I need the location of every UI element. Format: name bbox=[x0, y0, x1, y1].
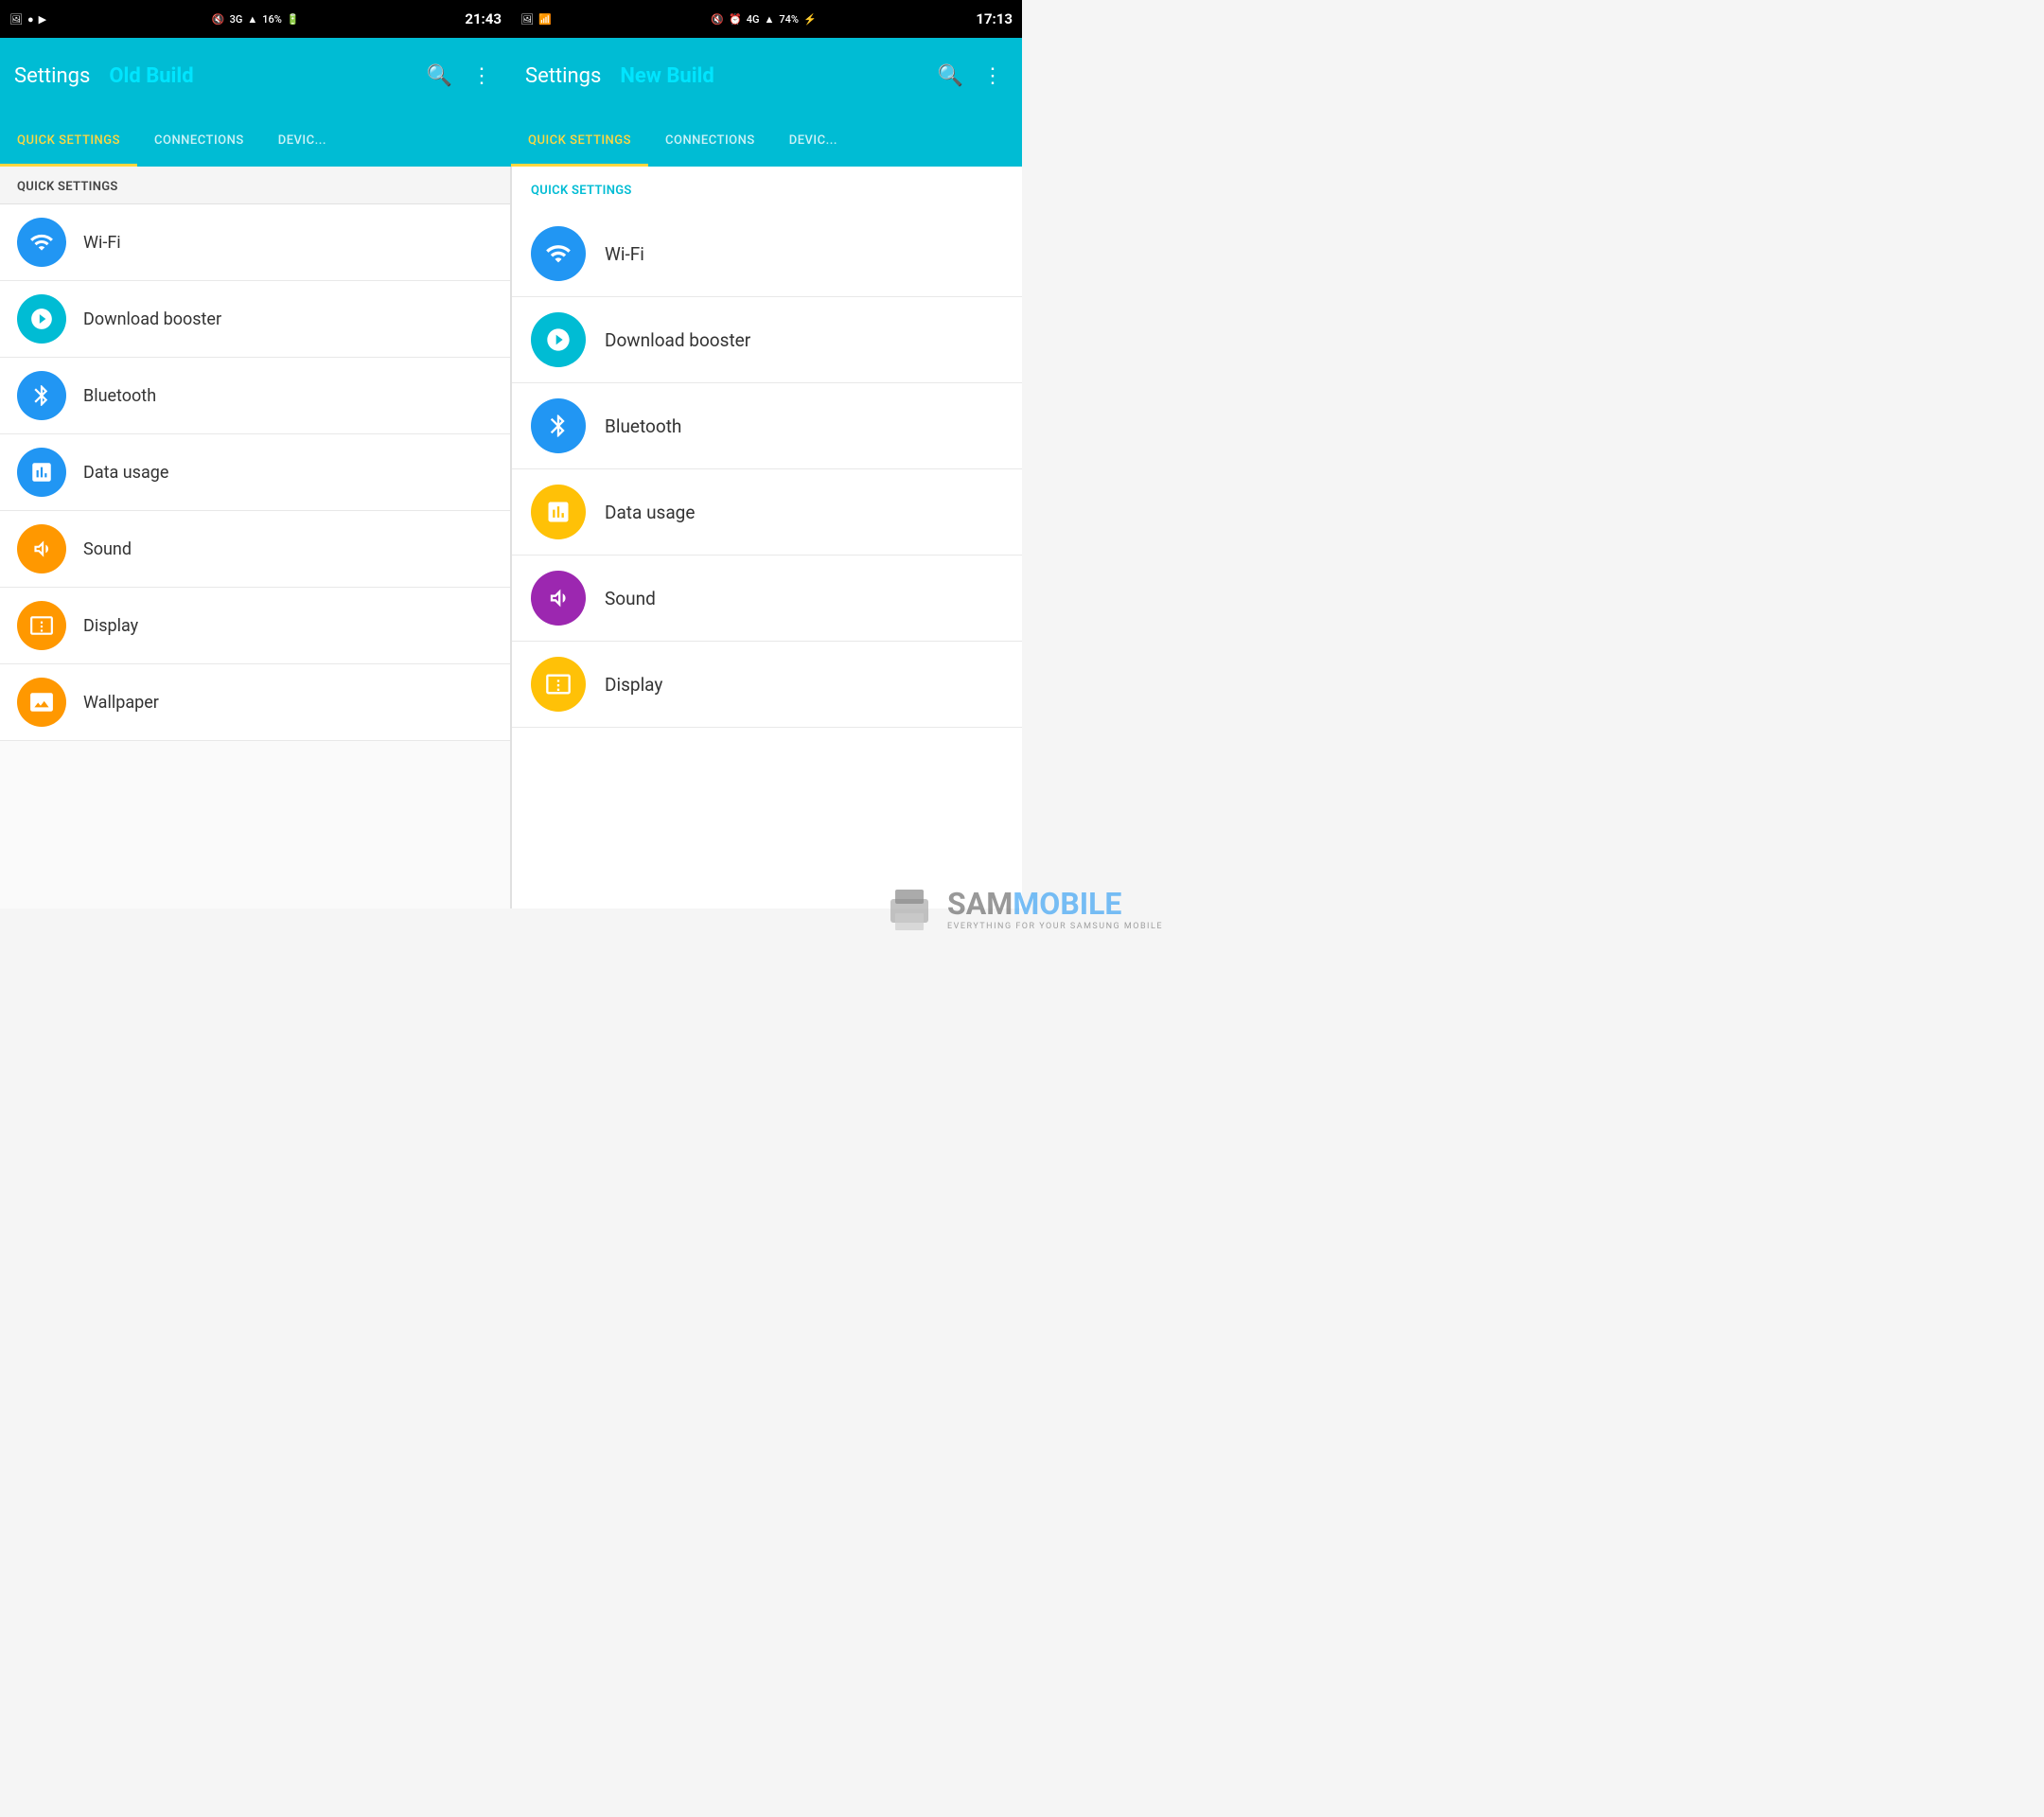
left-tab-device[interactable]: DEVIC... bbox=[261, 114, 344, 167]
left-wallpaper-item[interactable]: Wallpaper bbox=[0, 664, 510, 741]
signal-icon: ▲ bbox=[247, 13, 257, 26]
signal-icon2: ▲ bbox=[764, 13, 774, 26]
left-bluetooth-item[interactable]: Bluetooth bbox=[0, 358, 510, 434]
left-tab-connections[interactable]: CONNECTIONS bbox=[137, 114, 261, 167]
left-status-icons: 🖼 ● ▶ bbox=[9, 13, 46, 26]
right-wifi-label: Wi-Fi bbox=[605, 243, 644, 265]
status-bar-container: 🖼 ● ▶ 🔇 3G ▲ 16% 🔋 21:43 🖼 📶 🔇 ⏰ 4G ▲ 74… bbox=[0, 0, 1022, 38]
right-bluetooth-icon bbox=[531, 398, 586, 453]
right-wifi-icon bbox=[531, 226, 586, 281]
right-sound-icon bbox=[531, 571, 586, 626]
wifi-status-icon: 📶 bbox=[538, 13, 552, 26]
right-sound-label: Sound bbox=[605, 588, 656, 609]
tab-bar-right: QUICK SETTINGS CONNECTIONS DEVIC... bbox=[511, 114, 1022, 167]
app-icon1: ● bbox=[27, 13, 34, 26]
left-search-icon[interactable]: 🔍 bbox=[422, 60, 457, 93]
right-bluetooth-item[interactable]: Bluetooth bbox=[512, 383, 1022, 469]
content-container: QUICK SETTINGS Wi-Fi Download booster Bl… bbox=[0, 167, 1022, 908]
left-time: 21:43 bbox=[465, 10, 502, 27]
watermark-sub: EVERYTHING FOR YOUR SAMSUNG MOBILE bbox=[947, 922, 1163, 931]
status-bar-right: 🖼 📶 🔇 ⏰ 4G ▲ 74% ⚡ 17:13 bbox=[511, 0, 1022, 38]
left-wifi-label: Wi-Fi bbox=[83, 233, 121, 253]
right-time: 17:13 bbox=[976, 10, 1013, 27]
left-tab-quick-settings[interactable]: QUICK SETTINGS bbox=[0, 114, 137, 167]
left-bluetooth-icon bbox=[17, 371, 66, 420]
right-sound-item[interactable]: Sound bbox=[512, 556, 1022, 642]
left-download-booster-item[interactable]: Download booster bbox=[0, 281, 510, 358]
alarm-icon: ⏰ bbox=[729, 13, 742, 26]
right-panel: QUICK SETTINGS Wi-Fi Download booster Bl… bbox=[511, 167, 1022, 908]
app-header-right: Settings New Build 🔍 ⋮ bbox=[511, 38, 1022, 114]
left-download-booster-icon bbox=[17, 294, 66, 344]
left-display-item[interactable]: Display bbox=[0, 588, 510, 664]
app-icon2: ▶ bbox=[39, 13, 46, 26]
right-build-label: New Build bbox=[620, 64, 714, 88]
right-more-icon[interactable]: ⋮ bbox=[978, 60, 1008, 93]
right-bluetooth-label: Bluetooth bbox=[605, 415, 681, 437]
mute-icon: 🔇 bbox=[212, 13, 225, 26]
left-wifi-icon bbox=[17, 218, 66, 267]
left-section-header: QUICK SETTINGS bbox=[0, 167, 510, 204]
right-data-usage-icon bbox=[531, 485, 586, 539]
left-sound-item[interactable]: Sound bbox=[0, 511, 510, 588]
screenshot-icon2: 🖼 bbox=[520, 13, 534, 26]
right-section-header: QUICK SETTINGS bbox=[512, 167, 1022, 211]
left-sound-icon bbox=[17, 524, 66, 573]
right-network-icons: 🔇 ⏰ 4G ▲ 74% ⚡ bbox=[711, 13, 816, 26]
left-data-usage-icon bbox=[17, 448, 66, 497]
left-wifi-item[interactable]: Wi-Fi bbox=[0, 204, 510, 281]
left-download-booster-label: Download booster bbox=[83, 309, 221, 329]
left-network-icons: 🔇 3G ▲ 16% 🔋 bbox=[212, 13, 300, 26]
right-data-usage-item[interactable]: Data usage bbox=[512, 469, 1022, 556]
network-type2: 4G bbox=[747, 13, 760, 26]
network-type: 3G bbox=[230, 13, 243, 26]
right-display-icon bbox=[531, 657, 586, 712]
left-bluetooth-label: Bluetooth bbox=[83, 386, 156, 406]
right-display-label: Display bbox=[605, 674, 662, 696]
left-data-usage-item[interactable]: Data usage bbox=[0, 434, 510, 511]
left-build-label: Old Build bbox=[109, 64, 193, 88]
tab-bar-left: QUICK SETTINGS CONNECTIONS DEVIC... bbox=[0, 114, 511, 167]
left-wallpaper-label: Wallpaper bbox=[83, 693, 159, 713]
right-tab-connections[interactable]: CONNECTIONS bbox=[648, 114, 772, 167]
right-search-icon[interactable]: 🔍 bbox=[933, 60, 968, 93]
left-app-title: Settings bbox=[14, 64, 90, 88]
right-tab-quick-settings[interactable]: QUICK SETTINGS bbox=[511, 114, 648, 167]
battery-text2: 74% bbox=[779, 13, 799, 26]
right-download-booster-item[interactable]: Download booster bbox=[512, 297, 1022, 383]
right-download-booster-label: Download booster bbox=[605, 329, 750, 351]
right-download-booster-icon bbox=[531, 312, 586, 367]
left-data-usage-label: Data usage bbox=[83, 463, 168, 483]
right-tab-device[interactable]: DEVIC... bbox=[772, 114, 855, 167]
left-more-icon[interactable]: ⋮ bbox=[467, 60, 497, 93]
watermark-mobile: MOBILE bbox=[1013, 886, 1121, 922]
battery-text: 16% bbox=[262, 13, 282, 26]
left-sound-label: Sound bbox=[83, 539, 132, 559]
app-header-left: Settings Old Build 🔍 ⋮ bbox=[0, 38, 511, 114]
tab-bar-container: QUICK SETTINGS CONNECTIONS DEVIC... QUIC… bbox=[0, 114, 1022, 167]
app-header-container: Settings Old Build 🔍 ⋮ Settings New Buil… bbox=[0, 38, 1022, 114]
right-status-icons: 🖼 📶 bbox=[520, 13, 552, 26]
left-display-icon bbox=[17, 601, 66, 650]
status-bar-left: 🖼 ● ▶ 🔇 3G ▲ 16% 🔋 21:43 bbox=[0, 0, 511, 38]
right-wifi-item[interactable]: Wi-Fi bbox=[512, 211, 1022, 297]
right-app-title: Settings bbox=[525, 64, 601, 88]
screenshot-icon: 🖼 bbox=[9, 13, 23, 26]
battery-icon: 🔋 bbox=[287, 13, 300, 26]
right-display-item[interactable]: Display bbox=[512, 642, 1022, 728]
right-data-usage-label: Data usage bbox=[605, 502, 695, 523]
left-wallpaper-icon bbox=[17, 678, 66, 727]
left-display-label: Display bbox=[83, 616, 138, 636]
mute-icon2: 🔇 bbox=[711, 13, 724, 26]
battery-icon2: ⚡ bbox=[803, 13, 817, 26]
left-panel: QUICK SETTINGS Wi-Fi Download booster Bl… bbox=[0, 167, 511, 908]
